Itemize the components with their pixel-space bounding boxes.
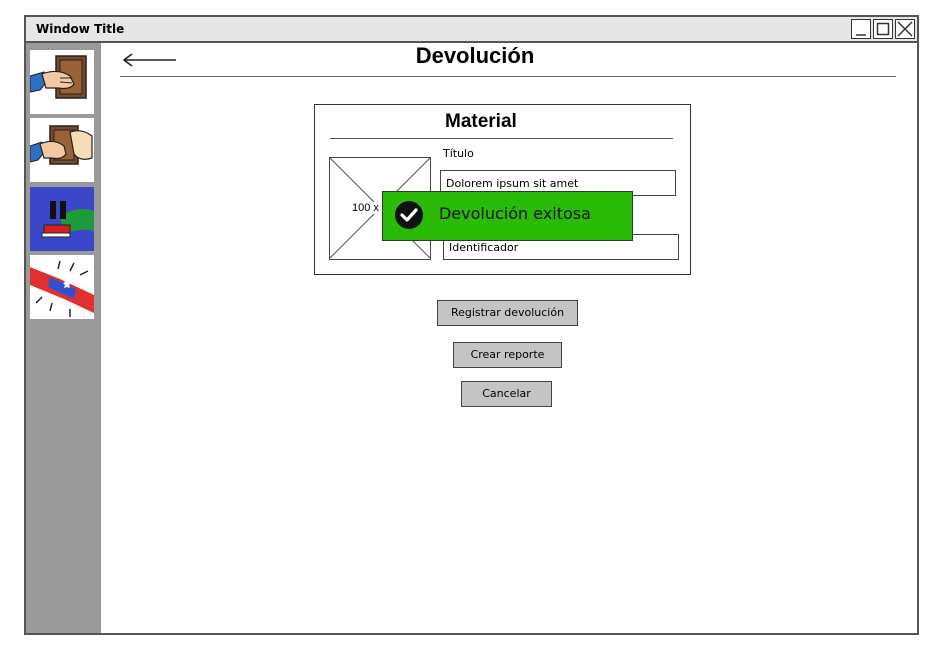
close-button[interactable] — [895, 19, 915, 39]
page-title: Devolución — [415, 43, 535, 68]
register-return-button[interactable]: Registrar devolución — [437, 300, 578, 326]
register-return-label: Registrar devolución — [450, 306, 565, 319]
alert-siren-icon — [30, 260, 94, 317]
sidebar-item-pause[interactable] — [30, 187, 94, 251]
cancel-label: Cancelar — [482, 387, 531, 400]
create-report-button[interactable]: Crear reporte — [453, 342, 562, 368]
material-title: Material — [445, 111, 517, 132]
material-card: Material 100 x 100 Título Dolorem ipsum … — [314, 104, 691, 275]
minimize-button[interactable] — [851, 19, 871, 39]
success-toast: Devolución exitosa — [382, 191, 633, 241]
title-bar: Window Title — [26, 17, 917, 43]
cancel-button[interactable]: Cancelar — [461, 381, 552, 407]
sidebar — [26, 43, 101, 633]
maximize-icon — [876, 22, 890, 36]
pause-book-icon — [41, 201, 94, 238]
hands-exchanging-book-icon — [30, 125, 93, 165]
maximize-button[interactable] — [873, 19, 893, 39]
header-divider — [120, 76, 896, 77]
toast-message: Devolución exitosa — [439, 204, 591, 223]
close-icon — [897, 21, 913, 37]
check-circle-icon — [395, 201, 423, 229]
minimize-icon — [856, 34, 866, 36]
sidebar-item-alert[interactable] — [30, 255, 94, 319]
material-divider — [330, 138, 673, 139]
window-controls — [851, 19, 915, 39]
window-title: Window Title — [36, 22, 125, 36]
sidebar-item-return[interactable] — [30, 118, 94, 182]
titulo-label: Título — [443, 147, 474, 160]
create-report-label: Crear reporte — [470, 348, 545, 361]
